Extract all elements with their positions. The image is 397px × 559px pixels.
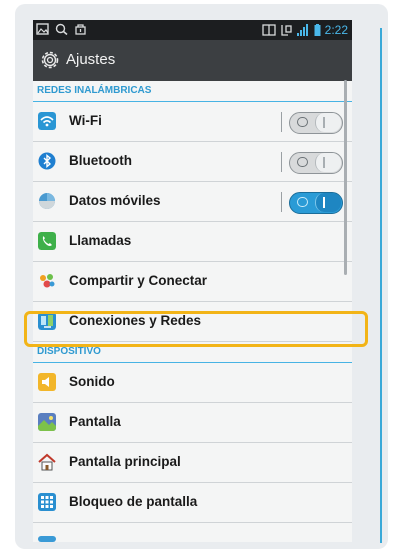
- on-indicator: [323, 117, 325, 128]
- settings-item-label: Pantalla principal: [69, 454, 181, 469]
- settings-item-bluetooth[interactable]: Bluetooth: [33, 142, 352, 182]
- toggle-knob: [315, 113, 341, 132]
- card-accent-line: [380, 28, 382, 543]
- sound-icon: [38, 373, 56, 391]
- settings-item-label: Sonido: [69, 374, 115, 389]
- on-indicator: [323, 197, 325, 208]
- settings-item-share-connect[interactable]: Compartir y Conectar: [33, 262, 352, 302]
- highlight-annotation: [24, 311, 368, 347]
- bluetooth-toggle[interactable]: [289, 152, 343, 174]
- settings-item-label: Llamadas: [69, 233, 132, 248]
- off-indicator: [297, 117, 308, 127]
- phone-screen: 2:22 Ajustes REDES INALÁMBRICAS Wi-Fi Bl…: [33, 20, 352, 542]
- settings-item-sound[interactable]: Sonido: [33, 363, 352, 403]
- settings-item-partial[interactable]: [33, 523, 352, 542]
- settings-item-label: Pantalla: [69, 414, 121, 429]
- dual-sim-icon: [261, 24, 276, 36]
- display-icon: [38, 413, 56, 431]
- wifi-toggle[interactable]: [289, 112, 343, 134]
- scrollbar[interactable]: [344, 80, 347, 275]
- settings-item-wifi[interactable]: Wi-Fi: [33, 102, 352, 142]
- battery-icon: [314, 24, 321, 36]
- wifi-icon: [38, 112, 56, 130]
- off-indicator: [297, 157, 308, 167]
- settings-item-mobile-data[interactable]: Datos móviles: [33, 182, 352, 222]
- section-header-wireless: REDES INALÁMBRICAS: [33, 81, 352, 102]
- bluetooth-icon: [38, 152, 56, 170]
- gallery-notification-icon: [36, 23, 49, 35]
- toggle-knob: [315, 193, 341, 212]
- signal-strength-icon: [296, 24, 308, 36]
- settings-item-calls[interactable]: Llamadas: [33, 222, 352, 262]
- settings-item-label: Bloqueo de pantalla: [69, 494, 198, 509]
- settings-item-label: Bluetooth: [69, 153, 132, 168]
- settings-item-label: Compartir y Conectar: [69, 273, 208, 288]
- partial-item-icon: [38, 536, 56, 542]
- page-title: Ajustes: [66, 51, 116, 68]
- status-time: 2:22: [324, 23, 348, 37]
- home-icon: [38, 453, 56, 471]
- off-indicator: [297, 197, 308, 207]
- data-transfer-icon: [280, 25, 292, 36]
- action-bar: Ajustes: [33, 40, 352, 81]
- store-notification-icon: [75, 24, 86, 35]
- settings-item-label: Datos móviles: [69, 193, 161, 208]
- divider: [281, 112, 282, 132]
- mobile-data-icon: [39, 193, 55, 209]
- mobile-data-toggle[interactable]: [289, 192, 343, 214]
- on-indicator: [323, 157, 325, 168]
- divider: [281, 152, 282, 172]
- settings-item-home-screen[interactable]: Pantalla principal: [33, 443, 352, 483]
- share-connect-icon: [40, 274, 55, 288]
- phone-icon: [38, 232, 56, 250]
- toggle-knob: [315, 153, 341, 172]
- divider: [281, 192, 282, 212]
- settings-item-display[interactable]: Pantalla: [33, 403, 352, 443]
- search-notification-icon: [55, 23, 68, 35]
- settings-item-label: Wi-Fi: [69, 113, 102, 128]
- settings-item-lock-screen[interactable]: Bloqueo de pantalla: [33, 483, 352, 523]
- status-bar: 2:22: [33, 20, 352, 40]
- gear-icon: [41, 51, 59, 69]
- lock-screen-icon: [38, 493, 56, 511]
